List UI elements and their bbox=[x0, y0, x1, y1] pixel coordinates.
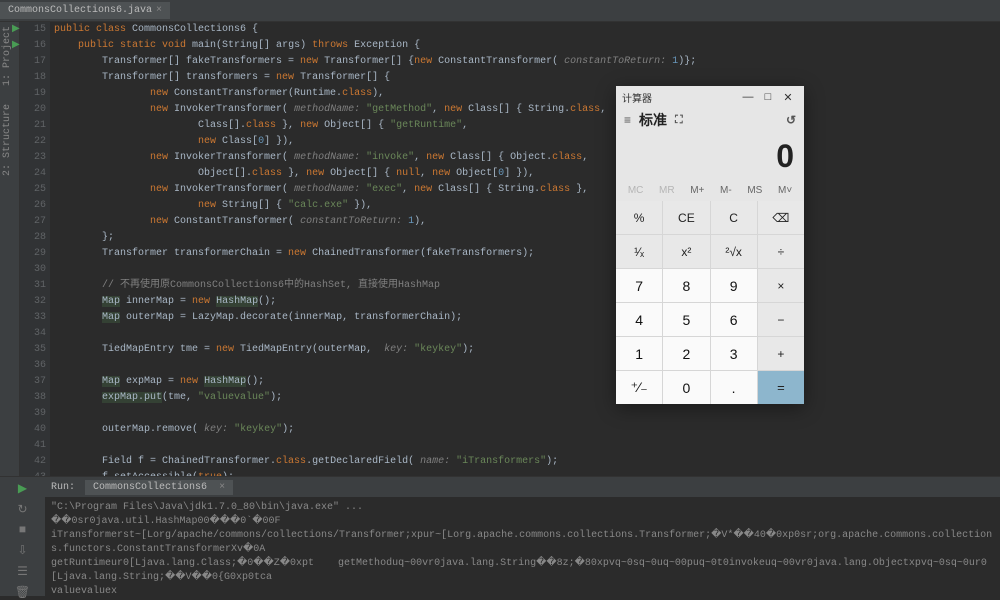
calc-mode-label: 标准 bbox=[639, 110, 667, 130]
file-tab-label: CommonsCollections6.java bbox=[8, 5, 152, 16]
code-line[interactable]: Class[].class }, new Object[] { "getRunt… bbox=[54, 118, 996, 134]
mem-m+[interactable]: M+ bbox=[690, 185, 704, 196]
close-icon[interactable]: × bbox=[156, 5, 162, 16]
history-icon[interactable]: ↺ bbox=[786, 113, 796, 127]
code-line[interactable]: public static void main(String[] args) t… bbox=[54, 38, 996, 54]
calc-key-6[interactable]: 6 bbox=[711, 303, 757, 336]
calc-key-.[interactable]: . bbox=[711, 371, 757, 404]
code-line[interactable] bbox=[54, 262, 996, 278]
calc-keypad: %CEC⌫ ¹⁄ₓx²²√x÷ 789× 456− 123+ ⁺⁄₋0.= bbox=[616, 201, 804, 404]
code-line[interactable]: Transformer[] fakeTransformers = new Tra… bbox=[54, 54, 996, 70]
calc-key-2[interactable]: 2 bbox=[663, 337, 709, 370]
minimize-button[interactable]: — bbox=[738, 91, 758, 103]
calc-mode-row: ≡ 标准 ⛶ ↺ bbox=[616, 108, 804, 132]
calc-display: 0 bbox=[616, 132, 804, 183]
run-gutter-icon[interactable]: ▶ bbox=[12, 38, 20, 54]
structure-tool[interactable]: 2: Structure bbox=[0, 100, 15, 180]
maximize-button[interactable]: □ bbox=[758, 91, 778, 103]
code-line[interactable]: new Class[0] }), bbox=[54, 134, 996, 150]
run-gutter-icon[interactable]: ▶ bbox=[12, 22, 20, 38]
calc-titlebar[interactable]: 计算器 — □ ✕ bbox=[616, 86, 804, 108]
calc-key-×[interactable]: × bbox=[758, 269, 804, 302]
code-line[interactable]: Field f = ChainedTransformer.class.getDe… bbox=[54, 454, 996, 470]
rerun-icon[interactable]: ↻ bbox=[17, 502, 27, 517]
code-line[interactable]: TiedMapEntry tme = new TiedMapEntry(oute… bbox=[54, 342, 996, 358]
run-output[interactable]: "C:\Program Files\Java\jdk1.7.0_80\bin\j… bbox=[45, 497, 1000, 596]
left-tool-strip: 1: Project 2: Structure bbox=[0, 22, 20, 476]
code-line[interactable] bbox=[54, 358, 996, 374]
code-line[interactable]: Map expMap = new HashMap(); bbox=[54, 374, 996, 390]
stop-icon[interactable]: ■ bbox=[19, 523, 26, 537]
code-line[interactable]: Map outerMap = LazyMap.decorate(innerMap… bbox=[54, 310, 996, 326]
code-line[interactable]: Map innerMap = new HashMap(); bbox=[54, 294, 996, 310]
calc-key-C[interactable]: C bbox=[711, 201, 757, 234]
run-toolbar: ▶ ↻ ■ ⇩ ☰ 🗑 bbox=[0, 477, 45, 596]
run-label: Run: bbox=[51, 482, 75, 493]
code-line[interactable]: expMap.put(tme, "valuevalue"); bbox=[54, 390, 996, 406]
calc-title-text: 计算器 bbox=[622, 90, 652, 105]
calc-key-0[interactable]: 0 bbox=[663, 371, 709, 404]
file-tab[interactable]: CommonsCollections6.java × bbox=[0, 2, 170, 19]
calc-key-5[interactable]: 5 bbox=[663, 303, 709, 336]
calc-key-CE[interactable]: CE bbox=[663, 201, 709, 234]
code-line[interactable]: Transformer[] transformers = new Transfo… bbox=[54, 70, 996, 86]
calc-key-⁺⁄₋[interactable]: ⁺⁄₋ bbox=[616, 371, 662, 404]
code-line[interactable] bbox=[54, 406, 996, 422]
run-tab-bar: Run: CommonsCollections6 × bbox=[45, 477, 1000, 497]
code-line[interactable]: new InvokerTransformer( methodName: "inv… bbox=[54, 150, 996, 166]
mem-ms[interactable]: MS bbox=[747, 185, 762, 196]
calc-key-¹⁄ₓ[interactable]: ¹⁄ₓ bbox=[616, 235, 662, 268]
code-line[interactable]: Object[].class }, new Object[] { null, n… bbox=[54, 166, 996, 182]
code-line[interactable]: new String[] { "calc.exe" }), bbox=[54, 198, 996, 214]
trash-icon[interactable]: 🗑 bbox=[15, 585, 30, 600]
calc-key-+[interactable]: + bbox=[758, 337, 804, 370]
code-line[interactable]: public class CommonsCollections6 { bbox=[54, 22, 996, 38]
code-line[interactable]: new ConstantTransformer(Runtime.class), bbox=[54, 86, 996, 102]
hamburger-icon[interactable]: ≡ bbox=[624, 113, 631, 127]
calc-key-8[interactable]: 8 bbox=[663, 269, 709, 302]
close-icon[interactable]: × bbox=[219, 482, 225, 493]
calc-key-7[interactable]: 7 bbox=[616, 269, 662, 302]
calc-key-9[interactable]: 9 bbox=[711, 269, 757, 302]
code-line[interactable]: new InvokerTransformer( methodName: "get… bbox=[54, 102, 996, 118]
editor-tab-bar: CommonsCollections6.java × bbox=[0, 0, 1000, 22]
code-line[interactable] bbox=[54, 438, 996, 454]
calc-key-=[interactable]: = bbox=[758, 371, 804, 404]
calc-key-²√x[interactable]: ²√x bbox=[711, 235, 757, 268]
mem-m-[interactable]: M- bbox=[720, 185, 732, 196]
calc-key-%[interactable]: % bbox=[616, 201, 662, 234]
calc-key-1[interactable]: 1 bbox=[616, 337, 662, 370]
code-editor[interactable]: public class CommonsCollections6 { publi… bbox=[50, 22, 1000, 476]
code-line[interactable]: // 不再使用原CommonsCollections6中的HashSet, 直接… bbox=[54, 278, 996, 294]
mem-m˅[interactable]: M˅ bbox=[778, 185, 792, 196]
line-gutter: 15▶16▶1718192021222324252627282930313233… bbox=[20, 22, 50, 476]
calc-key-⌫[interactable]: ⌫ bbox=[758, 201, 804, 234]
run-panel: ▶ ↻ ■ ⇩ ☰ 🗑 Run: CommonsCollections6 × "… bbox=[0, 476, 1000, 596]
calc-key-÷[interactable]: ÷ bbox=[758, 235, 804, 268]
layout-icon[interactable]: ☰ bbox=[17, 564, 28, 579]
mem-mr[interactable]: MR bbox=[659, 185, 675, 196]
calc-key-4[interactable]: 4 bbox=[616, 303, 662, 336]
code-line[interactable]: }; bbox=[54, 230, 996, 246]
calc-key-x²[interactable]: x² bbox=[663, 235, 709, 268]
down-icon[interactable]: ⇩ bbox=[17, 543, 27, 558]
pin-icon[interactable]: ⛶ bbox=[675, 114, 683, 127]
code-line[interactable]: Transformer transformerChain = new Chain… bbox=[54, 246, 996, 262]
code-line[interactable] bbox=[54, 326, 996, 342]
close-button[interactable]: ✕ bbox=[778, 91, 798, 104]
run-config-tab[interactable]: CommonsCollections6 × bbox=[85, 480, 233, 495]
run-icon[interactable]: ▶ bbox=[18, 481, 27, 496]
calc-key-−[interactable]: − bbox=[758, 303, 804, 336]
code-line[interactable]: new ConstantTransformer( constantToRetur… bbox=[54, 214, 996, 230]
mem-mc[interactable]: MC bbox=[628, 185, 644, 196]
calc-memory-row: MC MR M+ M- MS M˅ bbox=[616, 183, 804, 201]
code-line[interactable]: outerMap.remove( key: "keykey"); bbox=[54, 422, 996, 438]
code-line[interactable]: new InvokerTransformer( methodName: "exe… bbox=[54, 182, 996, 198]
calc-key-3[interactable]: 3 bbox=[711, 337, 757, 370]
calculator-window[interactable]: 计算器 — □ ✕ ≡ 标准 ⛶ ↺ 0 MC MR M+ M- MS M˅ %CEC⌫ ¹… bbox=[616, 86, 804, 404]
